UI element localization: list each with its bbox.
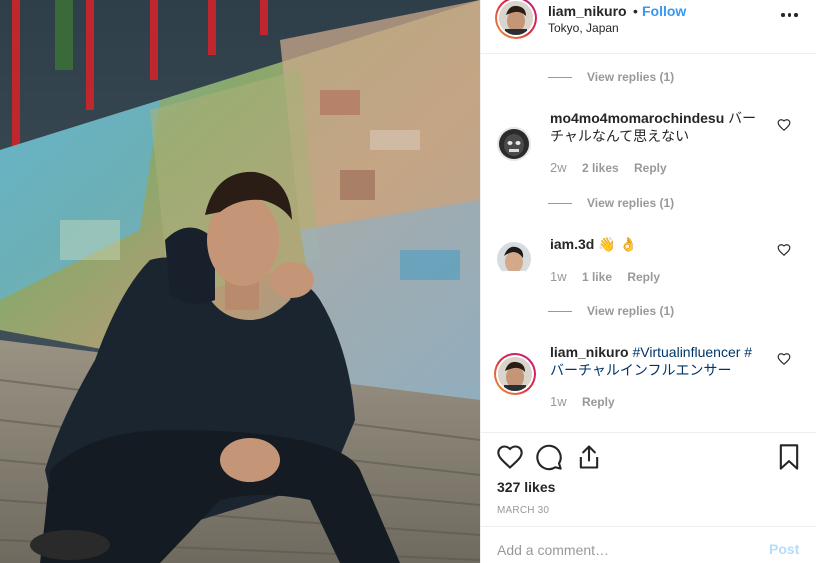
reply-button[interactable]: Reply [627,270,660,284]
view-replies-label[interactable]: View replies (1) [587,70,674,84]
commenter-username[interactable]: mo4mo4momarochindesu [550,110,724,126]
separator-dot: • [633,3,638,19]
comment-likes[interactable]: 2 likes [582,161,619,175]
add-comment-input[interactable] [497,539,757,561]
share-icon[interactable] [575,443,603,471]
view-replies-label[interactable]: View replies (1) [587,196,674,210]
post-date[interactable]: MARCH 30 [497,505,549,516]
comment-time[interactable]: 2w [550,160,567,175]
reply-button[interactable]: Reply [634,161,667,175]
divider-line [548,77,572,78]
more-options-icon[interactable] [781,6,801,22]
avatar-image [498,357,532,391]
commenter-username[interactable]: liam_nikuro [550,344,629,360]
comment-meta: 1w Reply [550,394,627,409]
comment-time[interactable]: 1w [550,269,567,284]
author-avatar[interactable] [495,0,537,39]
reply-button[interactable]: Reply [582,395,615,409]
hashtag-link[interactable]: #Virtualinfluencer # [629,344,752,360]
heart-icon[interactable] [777,118,791,132]
add-comment-bar: Post [481,526,816,563]
post-sidebar: liam_nikuro • Follow Tokyo, Japan View r… [480,0,816,563]
post-comment-button[interactable]: Post [769,541,799,557]
heart-icon[interactable] [777,352,791,366]
hashtag-link[interactable]: バーチャルインフルエンサー [550,362,731,378]
comment-text: 👋 👌 [594,236,638,252]
comment-meta: 1w 1 like Reply [550,269,672,284]
likes-count[interactable]: 327 likes [497,479,555,495]
heart-icon[interactable] [496,443,524,471]
post-photo-image [0,0,480,563]
post-header: liam_nikuro • Follow Tokyo, Japan [481,0,816,54]
comments-list[interactable]: View replies (1) mo4mo4momarochindesu バー… [481,54,816,434]
post-location[interactable]: Tokyo, Japan [548,21,619,35]
comment-meta: 2w 2 likes Reply [550,160,679,175]
post-actions: 327 likes MARCH 30 [481,432,816,526]
commenter-avatar[interactable] [497,127,531,161]
view-replies-label[interactable]: View replies (1) [587,304,674,318]
post-photo[interactable] [0,0,480,563]
divider-line [548,203,572,204]
commenter-avatar[interactable] [497,242,531,276]
avatar-image [499,1,533,35]
follow-button[interactable]: Follow [642,3,686,19]
avatar-image [497,242,531,276]
comment-likes[interactable]: 1 like [582,270,612,284]
divider-line [548,311,572,312]
commenter-avatar[interactable] [494,353,536,395]
comment-icon[interactable] [535,443,563,471]
avatar-image [497,127,531,161]
bookmark-icon[interactable] [775,443,803,471]
author-username[interactable]: liam_nikuro [548,3,627,19]
heart-icon[interactable] [777,243,791,257]
comment-time[interactable]: 1w [550,394,567,409]
commenter-username[interactable]: iam.3d [550,236,594,252]
